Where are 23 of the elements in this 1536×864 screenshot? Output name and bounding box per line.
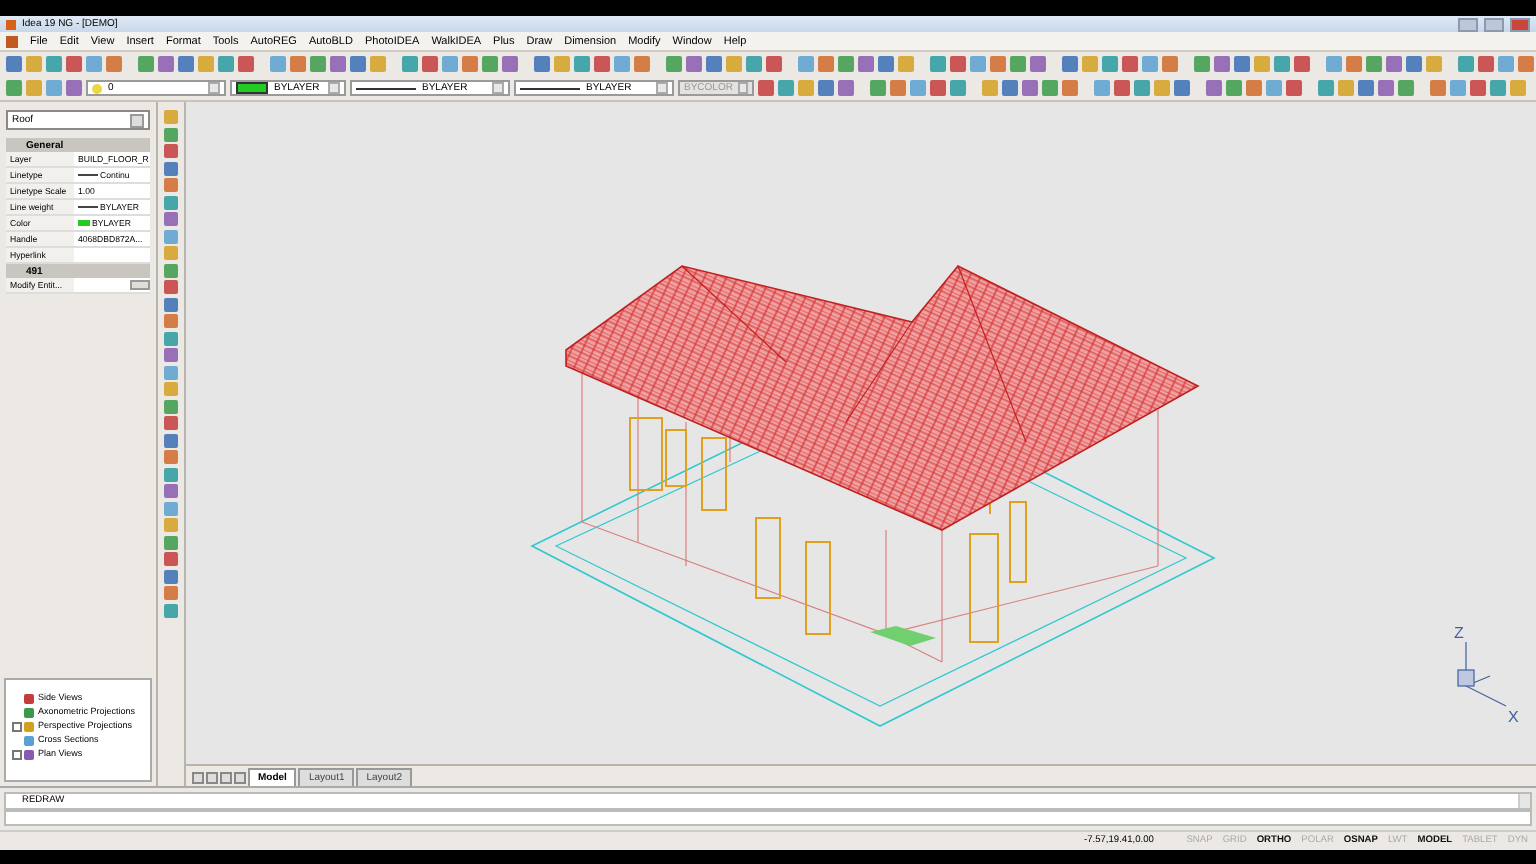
axis-indicator: Z X: [1454, 624, 1519, 726]
browse-icon[interactable]: [130, 280, 150, 290]
line-sample: [78, 206, 98, 208]
maximize-icon[interactable]: [1484, 17, 1504, 31]
close-icon[interactable]: [1510, 17, 1530, 31]
scrollbar[interactable]: [1518, 794, 1530, 808]
line-sample: [356, 87, 416, 89]
line-sample: [520, 87, 580, 89]
drawing-canvas[interactable]: Z X: [186, 102, 1536, 764]
bulb-icon: [92, 83, 102, 93]
expand-icon[interactable]: [12, 750, 22, 760]
color-swatch: [236, 82, 268, 94]
document-icon[interactable]: [6, 35, 18, 47]
line-sample: [78, 174, 98, 176]
caret-icon[interactable]: [656, 82, 668, 94]
caret-icon[interactable]: [130, 113, 144, 127]
command-input[interactable]: [4, 810, 1532, 826]
caret-icon[interactable]: [328, 82, 340, 94]
minimize-icon[interactable]: [1458, 17, 1478, 31]
caret-icon[interactable]: [492, 82, 504, 94]
caret-icon[interactable]: [208, 82, 220, 94]
expand-icon[interactable]: [12, 722, 22, 732]
app-logo-icon: [6, 19, 16, 29]
